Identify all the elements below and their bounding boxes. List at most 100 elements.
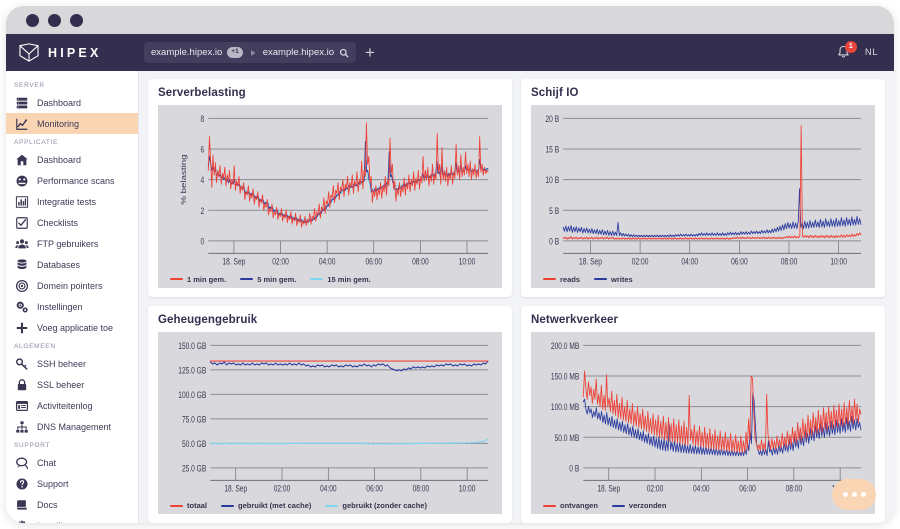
target-icon xyxy=(15,279,29,293)
gear-icon xyxy=(15,519,29,524)
legend-item[interactable]: totaal xyxy=(170,501,207,510)
sidebar-item-label: SSL beheer xyxy=(37,380,84,390)
sidebar-item-instellingen[interactable]: Instellingen xyxy=(6,296,138,317)
sidebar-item-label: Checklists xyxy=(37,218,78,228)
sidebar-item-label: Support xyxy=(37,479,69,489)
sidebar-item-label: Performance scans xyxy=(37,176,115,186)
legend-swatch xyxy=(543,278,556,280)
svg-text:02:00: 02:00 xyxy=(632,257,649,267)
chart-card-serverbelasting: Serverbelasting0246818. Sep02:0004:0006:… xyxy=(148,79,512,297)
sidebar-item-ssl-beheer[interactable]: SSL beheer xyxy=(6,374,138,395)
sidebar-item-databases[interactable]: Databases xyxy=(6,254,138,275)
legend-item[interactable]: gebruikt (zonder cache) xyxy=(325,501,427,510)
chart-plot-area: 25.0 GB50.0 GB75.0 GB100.0 GB125.0 GB150… xyxy=(158,332,502,515)
svg-text:08:00: 08:00 xyxy=(781,257,798,267)
svg-text:04:00: 04:00 xyxy=(319,257,336,267)
notifications-button[interactable]: 1 xyxy=(836,45,851,61)
sidebar-item-support[interactable]: Support xyxy=(6,473,138,494)
sidebar-item-ftp-gebruikers[interactable]: FTP gebruikers xyxy=(6,233,138,254)
legend-item[interactable]: writes xyxy=(594,275,633,284)
svg-text:25.0 GB: 25.0 GB xyxy=(182,463,206,473)
sidebar-item-label: Monitoring xyxy=(37,119,79,129)
sidebar-item-activiteitenlog[interactable]: Activiteitenlog xyxy=(6,395,138,416)
svg-text:100.0 MB: 100.0 MB xyxy=(551,402,579,412)
svg-text:125.0 GB: 125.0 GB xyxy=(178,365,206,375)
sidebar-item-integratie-tests[interactable]: Integratie tests xyxy=(6,191,138,212)
svg-text:20 B: 20 B xyxy=(546,114,560,124)
legend-item[interactable]: gebruikt (met cache) xyxy=(221,501,311,510)
sidebar-item-label: Domein pointers xyxy=(37,281,103,291)
legend-item[interactable]: reads xyxy=(543,275,580,284)
sidebar-item-label: Integratie tests xyxy=(37,197,96,207)
breadcrumb-tab-group[interactable]: example.hipex.io +1 example.hipex.io xyxy=(144,42,356,63)
sidebar-item-dashboard[interactable]: Dashboard xyxy=(6,92,138,113)
dashboard-grid: Serverbelasting0246818. Sep02:0004:0006:… xyxy=(139,71,894,523)
window-titlebar xyxy=(6,6,894,34)
sidebar-section-header: ALGEMEEN xyxy=(6,338,138,353)
sidebar-item-label: Dashboard xyxy=(37,155,81,165)
tab-label-primary[interactable]: example.hipex.io xyxy=(151,47,222,58)
legend-swatch xyxy=(240,278,253,280)
sidebar-item-monitoring[interactable]: Monitoring xyxy=(6,113,138,134)
search-icon[interactable] xyxy=(339,48,349,58)
svg-text:10:00: 10:00 xyxy=(459,257,476,267)
window-close-button[interactable] xyxy=(26,14,39,27)
sidebar-item-voeg-applicatie-toe[interactable]: Voeg applicatie toe xyxy=(6,317,138,338)
sidebar-item-label: Instellingen xyxy=(37,302,83,312)
sidebar-item-performance-scans[interactable]: Performance scans xyxy=(6,170,138,191)
chart-plot-area: 0 B5 B10 B15 B20 B18. Sep02:0004:0006:00… xyxy=(531,105,875,288)
language-selector[interactable]: NL xyxy=(865,47,878,58)
body-split: SERVER Dashboard MonitoringAPPLICATIE Da… xyxy=(6,71,894,523)
app-viewport: HIPEX example.hipex.io +1 example.hipex.… xyxy=(6,34,894,523)
svg-text:02:00: 02:00 xyxy=(272,257,289,267)
gauge-icon xyxy=(15,174,29,188)
plus-icon xyxy=(15,321,29,335)
legend-swatch xyxy=(612,505,625,507)
gears-icon xyxy=(15,300,29,314)
legend-item[interactable]: ontvangen xyxy=(543,501,598,510)
sidebar-item-ssh-beheer[interactable]: SSH beheer xyxy=(6,353,138,374)
lock-icon xyxy=(15,378,29,392)
svg-text:4: 4 xyxy=(201,175,205,185)
sidebar-item-label: Chat xyxy=(37,458,56,468)
sidebar-item-label: Docs xyxy=(37,500,58,510)
svg-text:18. Sep: 18. Sep xyxy=(222,257,245,267)
chart-svg: 0 B5 B10 B15 B20 B18. Sep02:0004:0006:00… xyxy=(535,110,867,272)
legend-item[interactable]: verzonden xyxy=(612,501,667,510)
svg-text:50.0 MB: 50.0 MB xyxy=(555,432,580,442)
svg-text:02:00: 02:00 xyxy=(647,483,664,493)
top-navigation-bar: HIPEX example.hipex.io +1 example.hipex.… xyxy=(6,34,894,71)
sidebar-item-instellingen[interactable]: Instellingen xyxy=(6,515,138,523)
sidebar-item-dns-management[interactable]: DNS Management xyxy=(6,416,138,437)
chart-title: Serverbelasting xyxy=(158,87,502,99)
server-rack-icon xyxy=(15,96,29,110)
chart-svg: 25.0 GB50.0 GB75.0 GB100.0 GB125.0 GB150… xyxy=(162,337,494,499)
svg-text:6: 6 xyxy=(201,145,205,155)
chat-launcher-button[interactable] xyxy=(832,479,876,510)
legend-item[interactable]: 5 min gem. xyxy=(240,275,296,284)
sidebar-section-header: SUPPORT xyxy=(6,437,138,452)
chart-plot-area: 0246818. Sep02:0004:0006:0008:0010:00% b… xyxy=(158,105,502,288)
legend-swatch xyxy=(543,505,556,507)
ellipsis-dot xyxy=(861,492,866,497)
hipex-hexagon-logo-icon xyxy=(18,43,40,62)
sidebar-item-checklists[interactable]: Checklists xyxy=(6,212,138,233)
svg-text:75.0 GB: 75.0 GB xyxy=(182,414,206,424)
legend-item[interactable]: 15 min gem. xyxy=(310,275,370,284)
brand-logo[interactable]: HIPEX xyxy=(6,34,139,71)
sidebar-item-dashboard[interactable]: Dashboard xyxy=(6,149,138,170)
legend-item[interactable]: 1 min gem. xyxy=(170,275,226,284)
tab-label-secondary[interactable]: example.hipex.io xyxy=(263,47,334,58)
svg-text:04:00: 04:00 xyxy=(681,257,698,267)
svg-text:50.0 GB: 50.0 GB xyxy=(182,438,206,448)
checkbox-icon xyxy=(15,216,29,230)
sidebar-item-domein-pointers[interactable]: Domein pointers xyxy=(6,275,138,296)
bar-chart-icon xyxy=(15,195,29,209)
sidebar-item-docs[interactable]: Docs xyxy=(6,494,138,515)
sidebar-item-chat[interactable]: Chat xyxy=(6,452,138,473)
key-icon xyxy=(15,357,29,371)
chart-card-schijf-io: Schijf IO0 B5 B10 B15 B20 B18. Sep02:000… xyxy=(521,79,885,297)
window-minimize-button[interactable] xyxy=(48,14,61,27)
add-tab-button[interactable]: + xyxy=(365,44,375,61)
window-maximize-button[interactable] xyxy=(70,14,83,27)
